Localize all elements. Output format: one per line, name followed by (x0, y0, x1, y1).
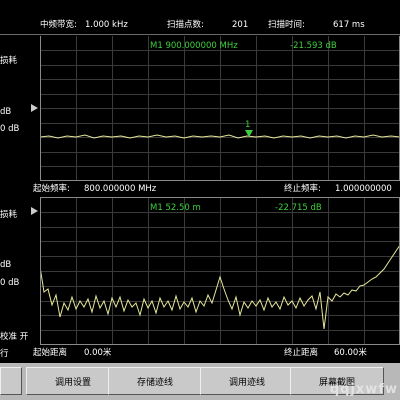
trace1-reference-arrow-icon[interactable] (31, 104, 38, 112)
if-bandwidth-value: 1.000 kHz (85, 20, 128, 30)
trace2-stop-value: 60.00米 (334, 348, 367, 358)
trace1-start-label: 起始频率: (33, 184, 70, 194)
trace2-side-label-loss: 损耗 (0, 210, 18, 220)
trace1-start-value: 800.000000 MHz (84, 184, 157, 194)
sweep-points-label: 扫描点数: (167, 20, 204, 30)
trace2-side-label-run: 行 (0, 349, 9, 359)
trace2-reference-arrow-icon[interactable] (31, 207, 38, 215)
trace2-stop-label: 终止距离 (284, 348, 319, 358)
trace2-start-value: 0.00米 (84, 348, 112, 358)
header-divider (0, 34, 400, 35)
softkey-recall-setup[interactable]: 调用设置 (26, 367, 120, 395)
trace1-side-label-ref: 0 dB (0, 124, 20, 134)
watermark: qqjxwfw (329, 382, 398, 397)
trace2-calibration-status: 校准 开 (0, 332, 29, 342)
trace1-side-label-loss: 损耗 (0, 56, 18, 66)
sweep-points-value: 201 (232, 20, 249, 30)
sweep-time-label: 扫描时间: (268, 20, 305, 30)
trace2-side-label-ref: 0 dB (0, 278, 20, 288)
trace1-stop-value: 1.000000000 (335, 184, 392, 194)
trace2-start-label: 起始距离 (33, 348, 68, 358)
trace1-frame (40, 36, 400, 181)
trace2-side-label-db: dB (0, 260, 12, 270)
trace1-stop-label: 终止频率: (284, 184, 321, 194)
trace1-side-label-db: dB (0, 107, 12, 117)
softkey-0[interactable] (0, 367, 22, 395)
softkey-recall-trace[interactable]: 调用迹线 (200, 367, 294, 395)
trace2-frame (40, 197, 400, 345)
if-bandwidth-label: 中频带宽: (40, 20, 77, 30)
sweep-time-value: 617 ms (333, 20, 365, 30)
softkey-save-trace[interactable]: 存储迹线 (108, 367, 202, 395)
